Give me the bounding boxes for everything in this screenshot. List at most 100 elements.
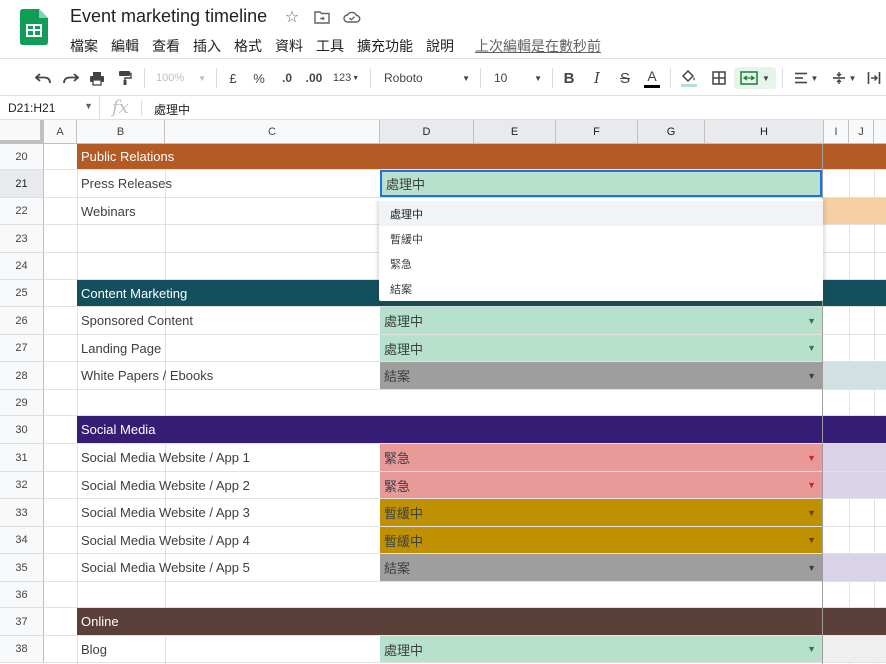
row-header[interactable]: 22 [0,198,44,225]
row-header[interactable]: 21 [0,170,44,198]
vertical-align-icon[interactable]: ▼ [828,67,860,89]
dropdown-arrow-icon[interactable]: ▼ [807,316,816,326]
increase-decimal-button[interactable]: .00 [302,67,326,89]
dropdown-option-closed[interactable]: 結案 [379,276,823,301]
row-header[interactable]: 38 [0,636,44,663]
timeline-cell[interactable] [823,198,886,224]
row-header[interactable]: 35 [0,554,44,582]
status-dropdown-cell[interactable]: 處理中 ▼ [380,636,822,662]
horizontal-align-icon[interactable]: ▼ [790,67,822,89]
column-header-k[interactable] [874,120,886,144]
percent-button[interactable]: % [250,67,268,89]
column-header-c[interactable]: C [165,120,380,144]
row-header[interactable]: 29 [0,390,44,416]
row-header[interactable]: 28 [0,362,44,390]
row-header[interactable]: 34 [0,527,44,554]
status-dropdown-cell[interactable]: 緊急 ▼ [380,472,822,498]
dropdown-arrow-icon[interactable]: ▼ [807,508,816,518]
font-size-select[interactable]: 10 ▼ [490,67,546,89]
row-header[interactable]: 30 [0,416,44,444]
cloud-status-icon[interactable] [342,7,362,27]
menu-file[interactable]: 檔案 [70,36,98,56]
item-label-cell[interactable]: White Papers / Ebooks [77,362,380,389]
select-all-corner[interactable] [0,120,44,144]
dropdown-arrow-icon[interactable]: ▼ [807,644,816,654]
move-folder-icon[interactable] [312,7,332,27]
menu-edit[interactable]: 編輯 [111,36,139,56]
row-header[interactable]: 23 [0,225,44,253]
italic-icon[interactable]: I [586,67,608,89]
section-header[interactable]: Public Relations [77,144,886,169]
column-header-g[interactable]: G [638,120,705,144]
menu-tools[interactable]: 工具 [316,36,344,56]
dropdown-option-processing[interactable]: 處理中 [379,201,823,226]
row-header[interactable]: 32 [0,472,44,499]
decrease-decimal-button[interactable]: .0 [276,67,298,89]
dropdown-arrow-icon[interactable]: ▼ [807,453,816,463]
redo-icon[interactable] [60,67,82,89]
row-header[interactable]: 20 [0,144,44,170]
menu-view[interactable]: 查看 [152,36,180,56]
column-header-i[interactable]: I [824,120,849,144]
column-header-h[interactable]: H [705,120,824,144]
status-dropdown-cell[interactable]: 暫緩中 ▼ [380,499,822,526]
merge-cells-button[interactable]: ▼ [734,67,776,89]
undo-icon[interactable] [32,67,54,89]
item-label-cell[interactable]: Social Media Website / App 1 [77,444,380,471]
dropdown-option-on-hold[interactable]: 暫緩中 [379,226,823,251]
fill-color-icon[interactable] [678,67,700,89]
menu-extensions[interactable]: 擴充功能 [357,36,413,56]
number-format-button[interactable]: 123 ▼ [330,67,362,89]
menu-insert[interactable]: 插入 [193,36,221,56]
item-label-cell[interactable]: Landing Page [77,335,380,361]
column-header-d[interactable]: D [380,120,474,144]
menu-data[interactable]: 資料 [275,36,303,56]
row-header[interactable]: 33 [0,499,44,527]
dropdown-arrow-icon[interactable]: ▼ [807,343,816,353]
status-dropdown-cell[interactable]: 結案 ▼ [380,554,822,581]
item-label-cell[interactable]: Webinars [77,198,380,224]
timeline-cell[interactable] [823,554,886,581]
item-label-cell[interactable]: Social Media Website / App 4 [77,527,380,553]
section-header[interactable]: Online [77,608,886,635]
formula-input[interactable]: 處理中 [154,101,190,118]
timeline-cell[interactable] [823,636,886,662]
text-wrap-icon[interactable] [864,67,884,89]
row-header[interactable]: 31 [0,444,44,472]
row-header[interactable]: 25 [0,280,44,307]
column-header-j[interactable]: J [849,120,874,144]
name-box[interactable]: D21:H21 ▼ [0,96,100,120]
status-dropdown-cell[interactable]: 處理中 ▼ [380,335,822,361]
dropdown-arrow-icon[interactable]: ▼ [807,371,816,381]
item-label-cell[interactable]: Blog [77,636,380,662]
item-label-cell[interactable]: Social Media Website / App 5 [77,554,380,581]
row-header[interactable]: 37 [0,608,44,636]
item-label-cell[interactable]: Press Releases [77,170,380,197]
row-header[interactable]: 27 [0,335,44,362]
zoom-select[interactable]: 100% ▼ [152,67,210,89]
row-header[interactable]: 26 [0,307,44,335]
status-dropdown-cell[interactable]: 緊急 ▼ [380,444,822,471]
last-edit-link[interactable]: 上次編輯是在數秒前 [475,36,601,56]
column-header-a[interactable]: A [44,120,77,144]
row-header[interactable]: 24 [0,253,44,280]
print-icon[interactable] [86,67,108,89]
column-header-e[interactable]: E [474,120,556,144]
timeline-cell[interactable] [823,444,886,471]
sheets-logo-icon[interactable] [20,9,48,45]
document-title[interactable]: Event marketing timeline [70,6,267,27]
font-family-select[interactable]: Roboto ▼ [380,67,474,89]
star-icon[interactable]: ☆ [282,7,302,27]
bold-icon[interactable]: B [558,67,580,89]
dropdown-arrow-icon[interactable]: ▼ [807,535,816,545]
dropdown-arrow-icon[interactable]: ▼ [807,480,816,490]
status-dropdown-cell[interactable]: 處理中 [380,170,822,197]
status-dropdown-cell[interactable]: 處理中 ▼ [380,307,822,334]
column-header-f[interactable]: F [556,120,638,144]
menu-help[interactable]: 說明 [426,36,454,56]
menu-format[interactable]: 格式 [234,36,262,56]
dropdown-arrow-icon[interactable]: ▼ [807,563,816,573]
column-header-b[interactable]: B [77,120,165,144]
text-color-icon[interactable]: A [641,67,663,89]
dropdown-option-urgent[interactable]: 緊急 [379,251,823,276]
